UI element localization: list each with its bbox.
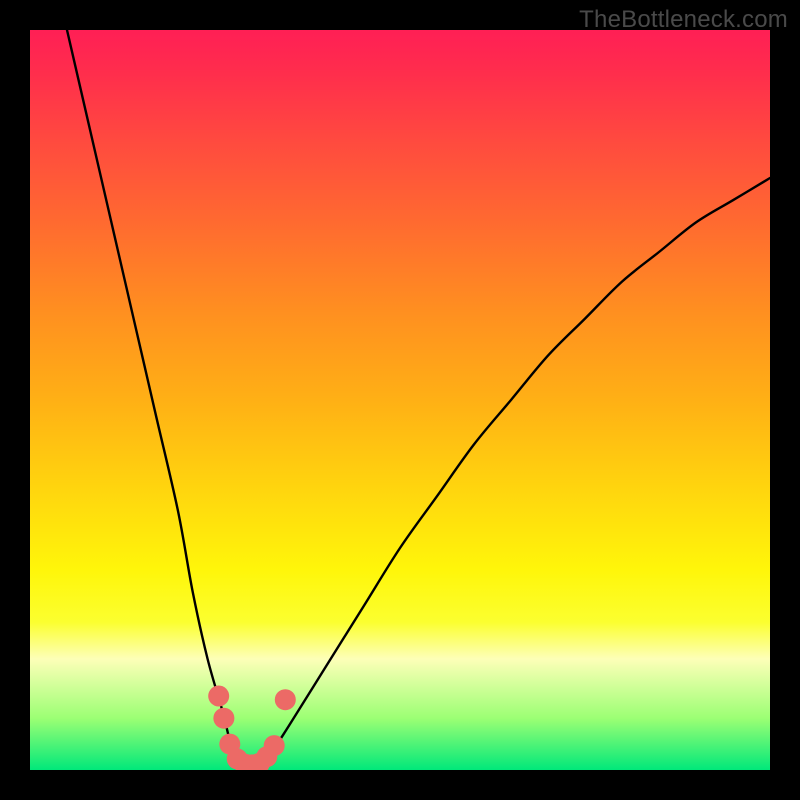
highlight-markers — [208, 686, 296, 771]
marker-point — [208, 686, 229, 707]
plot-area — [30, 30, 770, 770]
marker-point — [264, 735, 285, 756]
marker-point — [213, 708, 234, 729]
marker-point — [275, 689, 296, 710]
chart-frame: TheBottleneck.com — [0, 0, 800, 800]
curve-svg — [30, 30, 770, 770]
bottleneck-curve — [67, 30, 770, 770]
